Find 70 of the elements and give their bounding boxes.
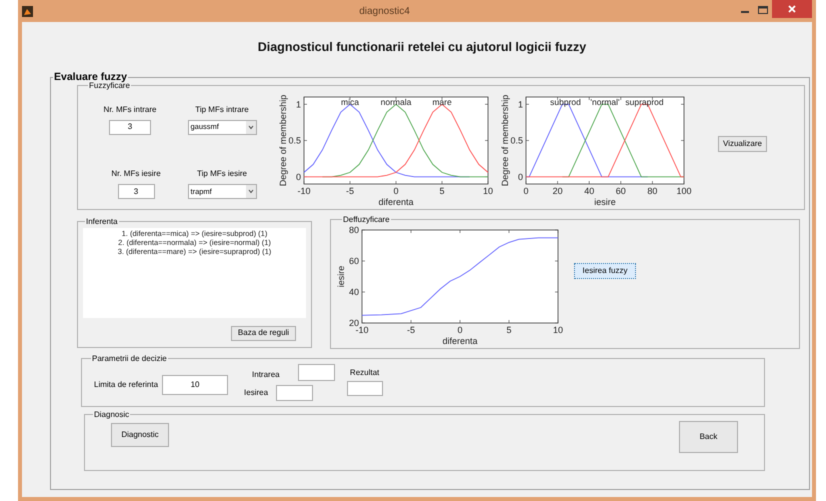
tick-label: 20 — [348, 318, 359, 328]
axis-label: iesire — [336, 265, 346, 287]
back-button[interactable]: Back — [679, 420, 738, 452]
tick-label: 0 — [458, 324, 462, 334]
tick-label: 40 — [348, 286, 359, 296]
tick-label: -5 — [346, 186, 354, 196]
input-field[interactable] — [298, 364, 335, 380]
tick-label: 1 — [518, 98, 523, 109]
tick-label: 80 — [647, 186, 658, 196]
field-label: Limita de referinta — [94, 378, 158, 390]
field-label: Tip MFs iesire — [197, 168, 247, 180]
tick-label: 5 — [506, 324, 512, 334]
curve-label: 'normal' — [590, 96, 620, 106]
tick-label: 1 — [296, 98, 301, 109]
panel-title: Evaluare fuzzy — [53, 70, 127, 83]
diagnostic-button[interactable]: Diagnostic — [111, 422, 169, 446]
chevron-icon — [246, 185, 256, 198]
app-icon — [22, 6, 33, 16]
tick-label: 10 — [483, 186, 493, 196]
tick-label: 80 — [348, 224, 359, 234]
tick-label: 20 — [552, 186, 563, 196]
fuzzy-output-button[interactable]: Iesirea fuzzy — [574, 262, 636, 278]
field-label: Intrarea — [252, 368, 280, 380]
input-field[interactable] — [276, 384, 314, 400]
curve-label: mare — [432, 96, 452, 106]
field-label: Nr. MFs intrare — [104, 104, 156, 116]
tick-label: 0.5 — [510, 135, 523, 145]
chevron-icon — [246, 120, 256, 134]
tick-label: -10 — [298, 186, 310, 196]
tick-label: 5 — [440, 186, 444, 196]
curve-label: subprod — [550, 96, 581, 106]
rule-base-button[interactable]: Baza de reguli — [231, 326, 296, 340]
axis-label: Degree of membership — [278, 94, 288, 186]
curve-label: supraprod — [625, 96, 664, 106]
axis-label: diferenta — [442, 336, 478, 346]
panel-title: Fuzzyficare — [88, 80, 131, 92]
tick-label: 0 — [518, 171, 523, 182]
tick-label: -10 — [356, 324, 368, 334]
input-field[interactable]: 3 — [118, 184, 154, 199]
input-field[interactable] — [346, 380, 383, 396]
curve-label: mica — [341, 96, 359, 106]
visualize-button[interactable]: Vizualizare — [718, 136, 767, 152]
tick-label: 0.5 — [288, 135, 301, 145]
close-icon[interactable] — [788, 5, 796, 13]
tick-label: 0 — [524, 186, 528, 196]
axis-label: Degree of membership — [500, 94, 510, 186]
tick-label: 60 — [348, 256, 359, 266]
close-button[interactable] — [772, 0, 812, 18]
field-label: Iesirea — [244, 386, 268, 398]
panel-title: Parametrii de decizie — [91, 352, 168, 364]
tick-label: 60 — [616, 186, 626, 196]
field-label: Nr. MFs iesire — [111, 168, 161, 180]
curve-label: normala — [380, 96, 412, 106]
panel-title: Deffuzyficare — [342, 214, 391, 226]
tick-label: -5 — [407, 324, 415, 334]
tick-label: 0 — [296, 171, 301, 182]
tick-label: 100 — [676, 186, 692, 196]
tick-label: 10 — [553, 324, 563, 334]
field-label: Tip MFs intrare — [195, 104, 249, 116]
tick-label: 40 — [584, 186, 594, 196]
input-field[interactable]: 3 — [109, 120, 151, 134]
page-heading: Diagnosticul functionarii retelei cu ajutorul logicii fuzzy — [256, 39, 588, 56]
input-field[interactable]: 10 — [162, 374, 228, 394]
tick-label: 0 — [394, 186, 398, 196]
window-title: diagnostic4 — [358, 4, 411, 18]
axis-label: iesire — [594, 196, 616, 206]
panel-title: Diagnosic — [93, 408, 130, 420]
field-label: Rezultat — [350, 366, 380, 378]
axis-label: diferenta — [378, 196, 414, 206]
panel-title: Inferenta — [85, 216, 119, 228]
